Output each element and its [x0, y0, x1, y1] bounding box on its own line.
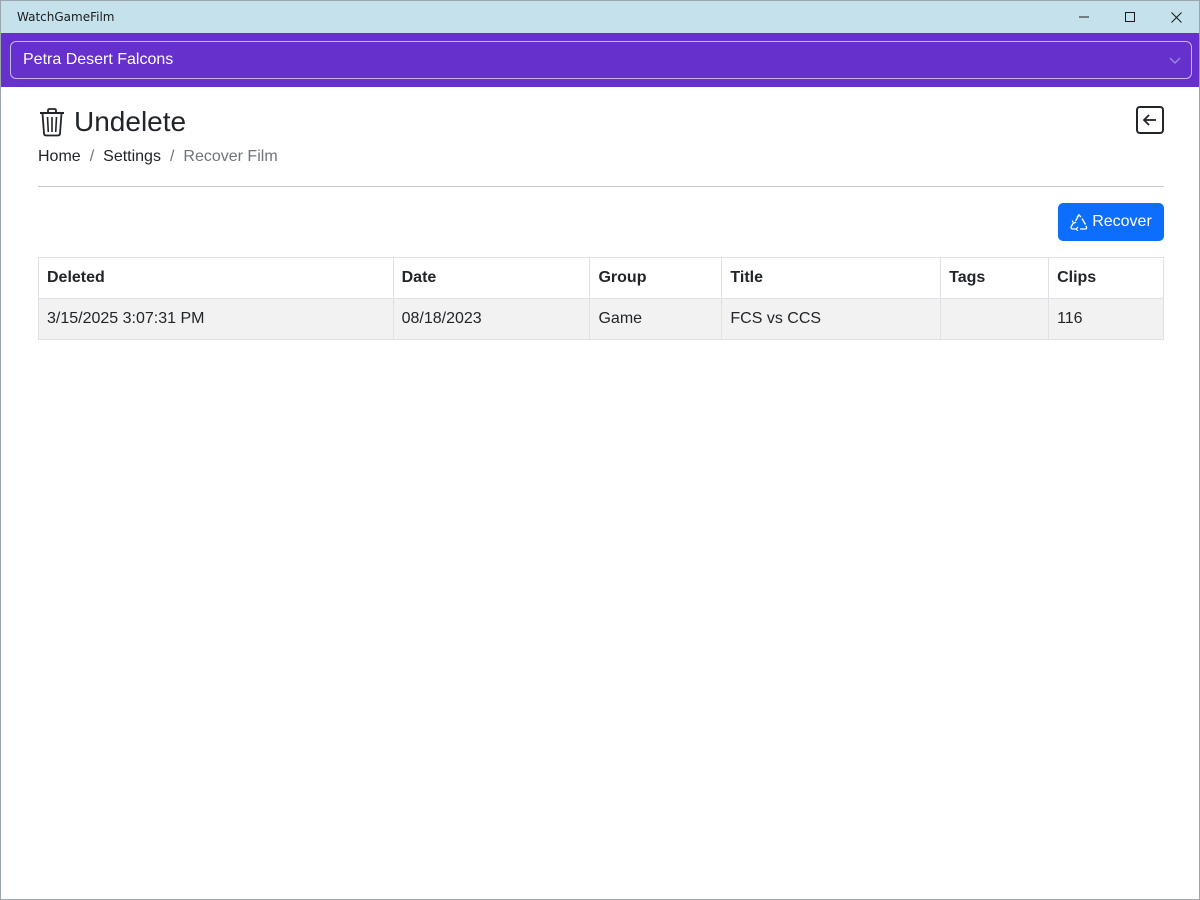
trash-icon	[40, 108, 64, 137]
chevron-down-icon	[1169, 57, 1181, 65]
close-button[interactable]	[1153, 1, 1199, 33]
app-title: WatchGameFilm	[17, 10, 115, 24]
maximize-icon	[1125, 12, 1135, 22]
minimize-button[interactable]	[1061, 1, 1107, 33]
column-header-tags[interactable]: Tags	[940, 257, 1050, 299]
close-icon	[1170, 11, 1182, 23]
breadcrumb-home[interactable]: Home	[38, 148, 81, 166]
recover-button-label: Recover	[1092, 213, 1152, 230]
breadcrumb-separator: /	[169, 148, 175, 165]
column-header-deleted[interactable]: Deleted	[38, 257, 394, 299]
cell-title: FCS vs CCS	[721, 298, 942, 340]
recycle-icon	[1070, 213, 1088, 231]
breadcrumb-separator: /	[89, 148, 95, 165]
maximize-button[interactable]	[1107, 1, 1153, 33]
cell-tags	[940, 298, 1050, 340]
minimize-icon	[1079, 16, 1089, 18]
team-bar: Petra Desert Falcons	[1, 33, 1199, 87]
arrow-left-icon	[1142, 114, 1156, 126]
recover-button[interactable]: Recover	[1058, 203, 1164, 241]
breadcrumb-settings[interactable]: Settings	[103, 148, 161, 166]
header-divider	[38, 186, 1164, 187]
page-title: Undelete	[74, 106, 187, 137]
cell-deleted: 3/15/2025 3:07:31 PM	[38, 298, 394, 340]
column-header-date[interactable]: Date	[392, 257, 591, 299]
team-select[interactable]: Petra Desert Falcons	[10, 41, 1192, 79]
table-row[interactable]: 3/15/2025 3:07:31 PM 08/18/2023 Game FCS…	[38, 298, 1164, 340]
column-header-clips[interactable]: Clips	[1048, 257, 1164, 299]
back-button[interactable]	[1136, 106, 1164, 134]
cell-group: Game	[589, 298, 723, 340]
column-header-title[interactable]: Title	[721, 257, 942, 299]
page-header: Undelete	[38, 104, 186, 140]
breadcrumb-current: Recover Film	[183, 148, 278, 165]
breadcrumb: Home / Settings / Recover Film	[38, 148, 278, 166]
cell-date: 08/18/2023	[392, 298, 591, 340]
cell-clips: 116	[1048, 298, 1164, 340]
deleted-films-table: Deleted Date Group Title Tags Clips 3/15…	[38, 257, 1164, 340]
column-header-group[interactable]: Group	[589, 257, 723, 299]
app-window: WatchGameFilm Petra Desert Falcons Undel…	[0, 0, 1200, 900]
team-select-value: Petra Desert Falcons	[23, 51, 174, 68]
title-bar[interactable]: WatchGameFilm	[1, 1, 1199, 33]
table-header-row: Deleted Date Group Title Tags Clips	[38, 257, 1164, 299]
